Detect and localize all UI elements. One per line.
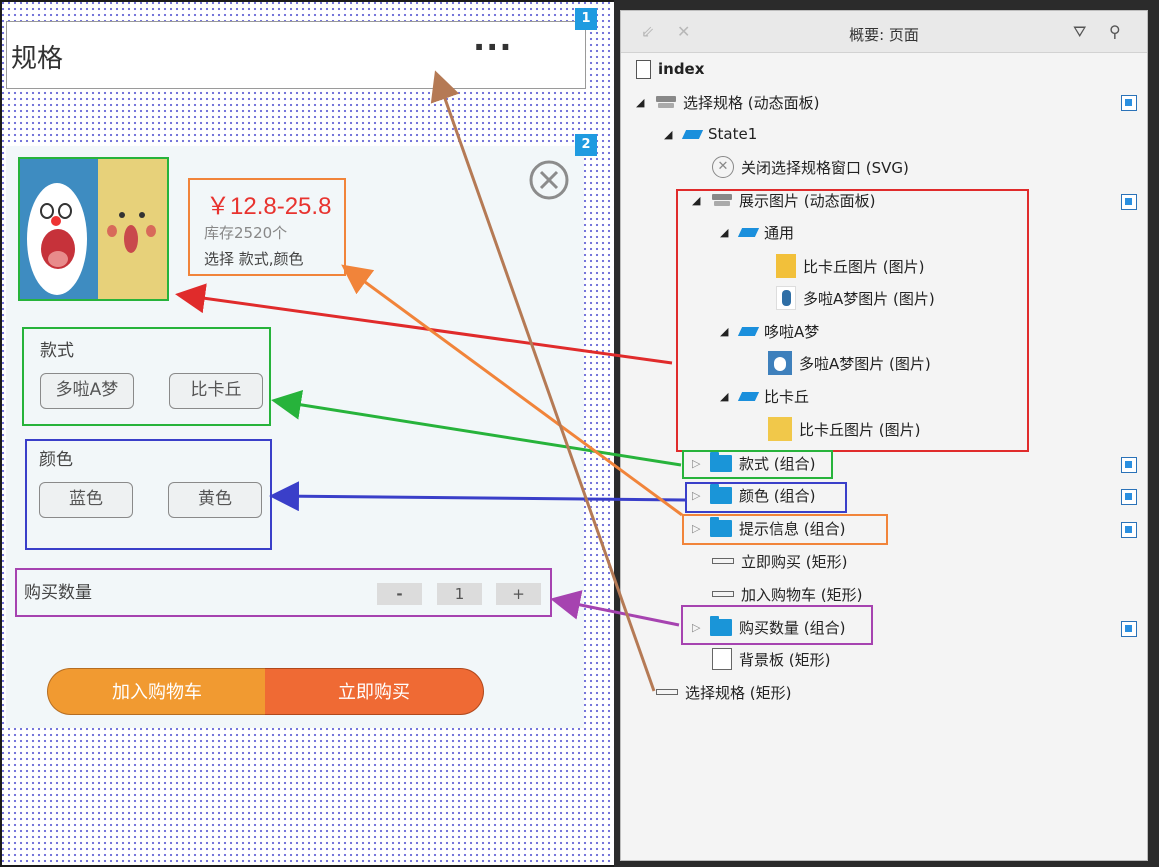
page-icon xyxy=(636,59,651,79)
outline-title: 概要: 页面 xyxy=(849,26,919,44)
buy-now-button[interactable]: 立即购买 xyxy=(265,668,484,715)
highlight-tip-group xyxy=(682,514,888,545)
spec-title: 规格 xyxy=(11,44,64,74)
tree-item-select-spec-panel[interactable]: ◢ 选择规格 (动态面板) xyxy=(636,90,819,114)
pikachu-image xyxy=(98,159,167,299)
close-circle-icon[interactable] xyxy=(528,159,570,201)
panel-select-icon[interactable] xyxy=(1121,194,1137,210)
doraemon-image xyxy=(20,159,98,299)
color-option-blue[interactable]: 蓝色 xyxy=(39,482,133,518)
rectangle-icon xyxy=(712,558,734,564)
spec-header-bar: 规格 ··· xyxy=(6,21,586,89)
rectangle-icon xyxy=(656,689,678,695)
stock-count: 库存2520个 xyxy=(204,224,288,242)
tree-item-select-spec-rect[interactable]: 选择规格 (矩形) xyxy=(656,680,791,704)
svg-close-icon: ✕ xyxy=(712,156,734,178)
dynamic-panel-icon xyxy=(656,95,676,109)
tree-item-state1[interactable]: ◢ State1 xyxy=(664,122,757,146)
outline-header: ⇙ ✕ 概要: 页面 ⛛ ⚲ xyxy=(621,11,1147,53)
price-range: ￥12.8-25.8 xyxy=(206,193,332,220)
product-image xyxy=(18,157,169,301)
tree-item-buy-rect[interactable]: 立即购买 (矩形) xyxy=(712,549,847,573)
panel-select-icon[interactable] xyxy=(1121,95,1137,111)
highlight-show-image xyxy=(676,189,1029,452)
more-icon[interactable]: ··· xyxy=(473,28,512,66)
style-option-pikachu[interactable]: 比卡丘 xyxy=(169,373,263,409)
expand-open-icon[interactable]: ◢ xyxy=(636,96,650,109)
style-group: 款式 多啦A梦 比卡丘 xyxy=(22,327,271,426)
panel-select-icon[interactable] xyxy=(1121,457,1137,473)
panel-select-icon[interactable] xyxy=(1121,621,1137,637)
search-icon[interactable]: ⚲ xyxy=(1109,22,1121,41)
tree-item-close-svg[interactable]: ✕ 关闭选择规格窗口 (SVG) xyxy=(712,155,909,179)
panel-tag-1[interactable]: 1 xyxy=(575,8,597,30)
quantity-group: 购买数量 - 1 + xyxy=(15,568,552,617)
color-label: 颜色 xyxy=(39,450,73,470)
quantity-minus-button[interactable]: - xyxy=(377,583,422,605)
highlight-color-group xyxy=(685,482,847,513)
rectangle-icon xyxy=(712,648,732,670)
state-icon xyxy=(681,129,704,139)
highlight-style-group xyxy=(682,450,833,479)
color-option-yellow[interactable]: 黄色 xyxy=(168,482,262,518)
panel-select-icon[interactable] xyxy=(1121,489,1137,505)
tip-info-group: ￥12.8-25.8 库存2520个 选择 款式,颜色 xyxy=(188,178,346,276)
quantity-value[interactable]: 1 xyxy=(437,583,482,605)
expand-open-icon[interactable]: ◢ xyxy=(664,128,678,141)
rectangle-icon xyxy=(712,591,734,597)
tree-item-cart-rect[interactable]: 加入购物车 (矩形) xyxy=(712,582,862,606)
select-hint: 选择 款式,颜色 xyxy=(204,250,304,268)
style-label: 款式 xyxy=(40,341,74,361)
quantity-plus-button[interactable]: + xyxy=(496,583,541,605)
add-to-cart-button[interactable]: 加入购物车 xyxy=(47,668,266,715)
tree-item-index[interactable]: index xyxy=(636,57,704,81)
style-option-doraemon[interactable]: 多啦A梦 xyxy=(40,373,134,409)
filter-icon[interactable]: ⛛ xyxy=(1073,22,1086,42)
highlight-quantity-group xyxy=(681,605,873,645)
quantity-label: 购买数量 xyxy=(24,583,92,603)
panel-tag-2[interactable]: 2 xyxy=(575,134,597,156)
color-group: 颜色 蓝色 黄色 xyxy=(25,439,272,550)
tree-item-background-rect[interactable]: 背景板 (矩形) xyxy=(712,647,830,671)
panel-select-icon[interactable] xyxy=(1121,522,1137,538)
